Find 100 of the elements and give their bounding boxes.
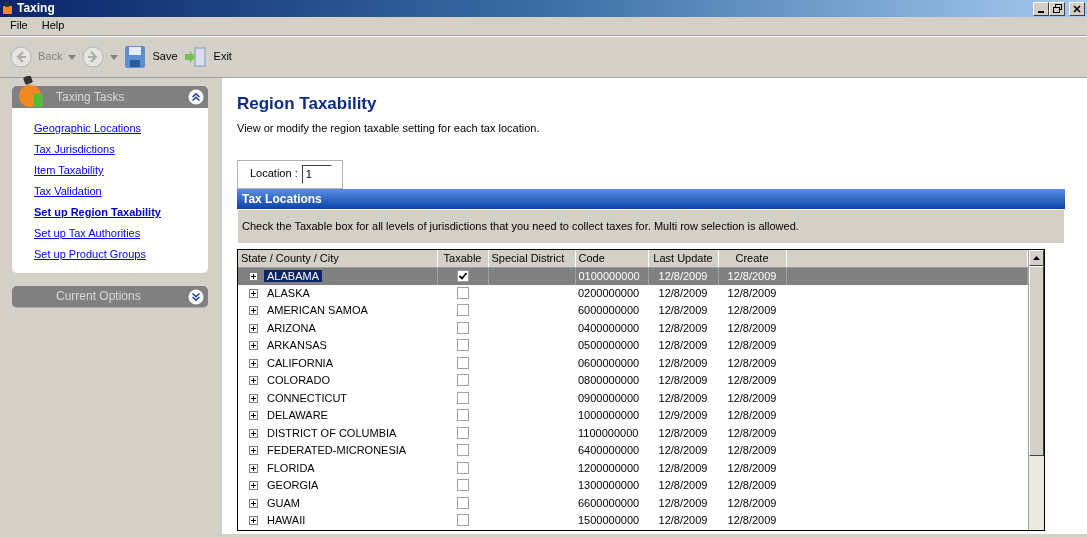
menu-item[interactable]: Help <box>41 17 65 35</box>
column-header[interactable]: Special District <box>488 250 575 268</box>
scroll-thumb[interactable] <box>1029 266 1044 457</box>
location-name: ARIZONA <box>266 321 317 334</box>
instructions-text: Check the Taxable box for all levels of jurisdictions that you need to collect taxes for. Multi row selection is allowed. <box>242 219 799 232</box>
code-cell: 1100000000 <box>578 426 639 439</box>
date-cell: 12/8/2009 <box>727 426 777 439</box>
expand-icon[interactable] <box>249 306 258 316</box>
expand-icon[interactable] <box>249 288 258 298</box>
date-cell: 12/9/2009 <box>658 409 708 422</box>
location-name: COLORADO <box>266 374 331 387</box>
date-cell: 12/8/2009 <box>727 514 777 527</box>
task-link[interactable]: Set up Tax Authorities <box>34 223 208 244</box>
date-cell: 12/8/2009 <box>658 391 708 404</box>
scroll-up-button[interactable] <box>1029 250 1044 267</box>
expand-icon[interactable] <box>249 358 258 368</box>
scrollbar[interactable] <box>1028 250 1044 530</box>
date-cell: 12/8/2009 <box>658 374 708 387</box>
column-header[interactable]: Last Update <box>648 250 718 268</box>
menu-item[interactable]: File <box>10 17 28 35</box>
taxable-checkbox[interactable] <box>456 269 469 282</box>
restore-icon <box>1052 4 1062 13</box>
expand-icon[interactable] <box>249 411 258 421</box>
date-cell: 12/8/2009 <box>658 356 708 369</box>
taxable-checkbox[interactable] <box>456 479 469 492</box>
taxable-checkbox[interactable] <box>456 426 469 439</box>
code-cell: 0900000000 <box>578 391 640 404</box>
dropdown-caret-icon[interactable] <box>68 54 77 60</box>
expand-icon[interactable] <box>249 446 258 456</box>
location-name: GUAM <box>266 496 301 509</box>
app-icon <box>2 2 13 15</box>
location-field[interactable]: 1 <box>301 164 332 184</box>
expand-icon[interactable] <box>249 498 258 508</box>
date-cell: 12/8/2009 <box>727 444 777 457</box>
date-cell: 12/8/2009 <box>658 461 708 474</box>
up-arrow-icon <box>1033 256 1040 261</box>
expand-icon[interactable] <box>249 516 258 526</box>
expand-icon[interactable] <box>249 481 258 491</box>
taxable-checkbox[interactable] <box>456 461 469 474</box>
expand-icon[interactable] <box>249 463 258 473</box>
taxable-checkbox[interactable] <box>456 304 469 317</box>
expand-icon[interactable] <box>249 428 258 438</box>
close-button[interactable] <box>1069 1 1085 16</box>
date-cell: 12/8/2009 <box>658 426 708 439</box>
taxable-checkbox[interactable] <box>456 339 469 352</box>
code-cell: 1000000000 <box>578 409 640 422</box>
column-header[interactable]: Taxable <box>437 250 488 268</box>
task-link[interactable]: Set up Product Groups <box>34 244 208 265</box>
restore-button[interactable] <box>1049 1 1065 16</box>
column-header[interactable]: State / County / City <box>238 250 437 268</box>
date-cell: 12/8/2009 <box>658 286 708 299</box>
code-cell: 6000000000 <box>578 304 640 317</box>
save-button[interactable]: Save <box>124 45 178 69</box>
minimize-button[interactable] <box>1033 1 1049 16</box>
taxable-checkbox[interactable] <box>456 356 469 369</box>
code-cell: 1300000000 <box>578 479 640 492</box>
code-cell: 0800000000 <box>578 374 640 387</box>
task-link[interactable]: Item Taxability <box>34 160 208 181</box>
taxable-checkbox[interactable] <box>456 374 469 387</box>
location-name: HAWAII <box>266 514 307 527</box>
location-name: FLORIDA <box>266 461 316 474</box>
expand-icon[interactable] <box>249 393 258 403</box>
taxable-checkbox[interactable] <box>456 409 469 422</box>
taxable-checkbox[interactable] <box>456 321 469 334</box>
location-name: DELAWARE <box>266 409 329 422</box>
taxable-checkbox[interactable] <box>456 444 469 457</box>
exit-button[interactable]: Exit <box>183 46 232 68</box>
dropdown-caret-icon[interactable] <box>110 54 119 60</box>
code-cell: 0100000000 <box>578 269 640 282</box>
task-link[interactable]: Tax Jurisdictions <box>34 139 208 160</box>
date-cell: 12/8/2009 <box>727 409 777 422</box>
location-name: ARKANSAS <box>266 339 328 352</box>
taxable-checkbox[interactable] <box>456 391 469 404</box>
date-cell: 12/8/2009 <box>727 391 777 404</box>
taxable-checkbox[interactable] <box>456 496 469 509</box>
code-cell: 0500000000 <box>578 339 640 352</box>
taxable-checkbox[interactable] <box>456 286 469 299</box>
expand-icon[interactable] <box>249 323 258 333</box>
location-name: ALASKA <box>266 286 311 299</box>
task-link[interactable]: Geographic Locations <box>34 118 208 139</box>
location-name: FEDERATED-MICRONESIA <box>266 444 408 457</box>
date-cell: 12/8/2009 <box>727 321 777 334</box>
expand-icon[interactable] <box>249 271 258 281</box>
column-header[interactable]: Code <box>575 250 648 268</box>
date-cell: 12/8/2009 <box>727 339 777 352</box>
column-header[interactable]: Create <box>718 250 786 268</box>
code-cell: 1500000000 <box>578 514 640 527</box>
expand-icon[interactable] <box>249 376 258 386</box>
taxable-checkbox[interactable] <box>456 514 469 527</box>
task-link[interactable]: Tax Validation <box>34 181 208 202</box>
code-cell: 1200000000 <box>578 461 640 474</box>
date-cell: 12/8/2009 <box>727 286 777 299</box>
task-link[interactable]: Set up Region Taxability <box>34 202 208 223</box>
section-header: Tax Locations <box>237 188 1065 209</box>
code-cell: 6600000000 <box>578 496 640 509</box>
location-name: AMERICAN SAMOA <box>266 304 369 317</box>
location-name: GEORGIA <box>266 479 320 492</box>
date-cell: 12/8/2009 <box>727 479 777 492</box>
date-cell: 12/8/2009 <box>727 496 777 509</box>
expand-icon[interactable] <box>249 341 258 351</box>
